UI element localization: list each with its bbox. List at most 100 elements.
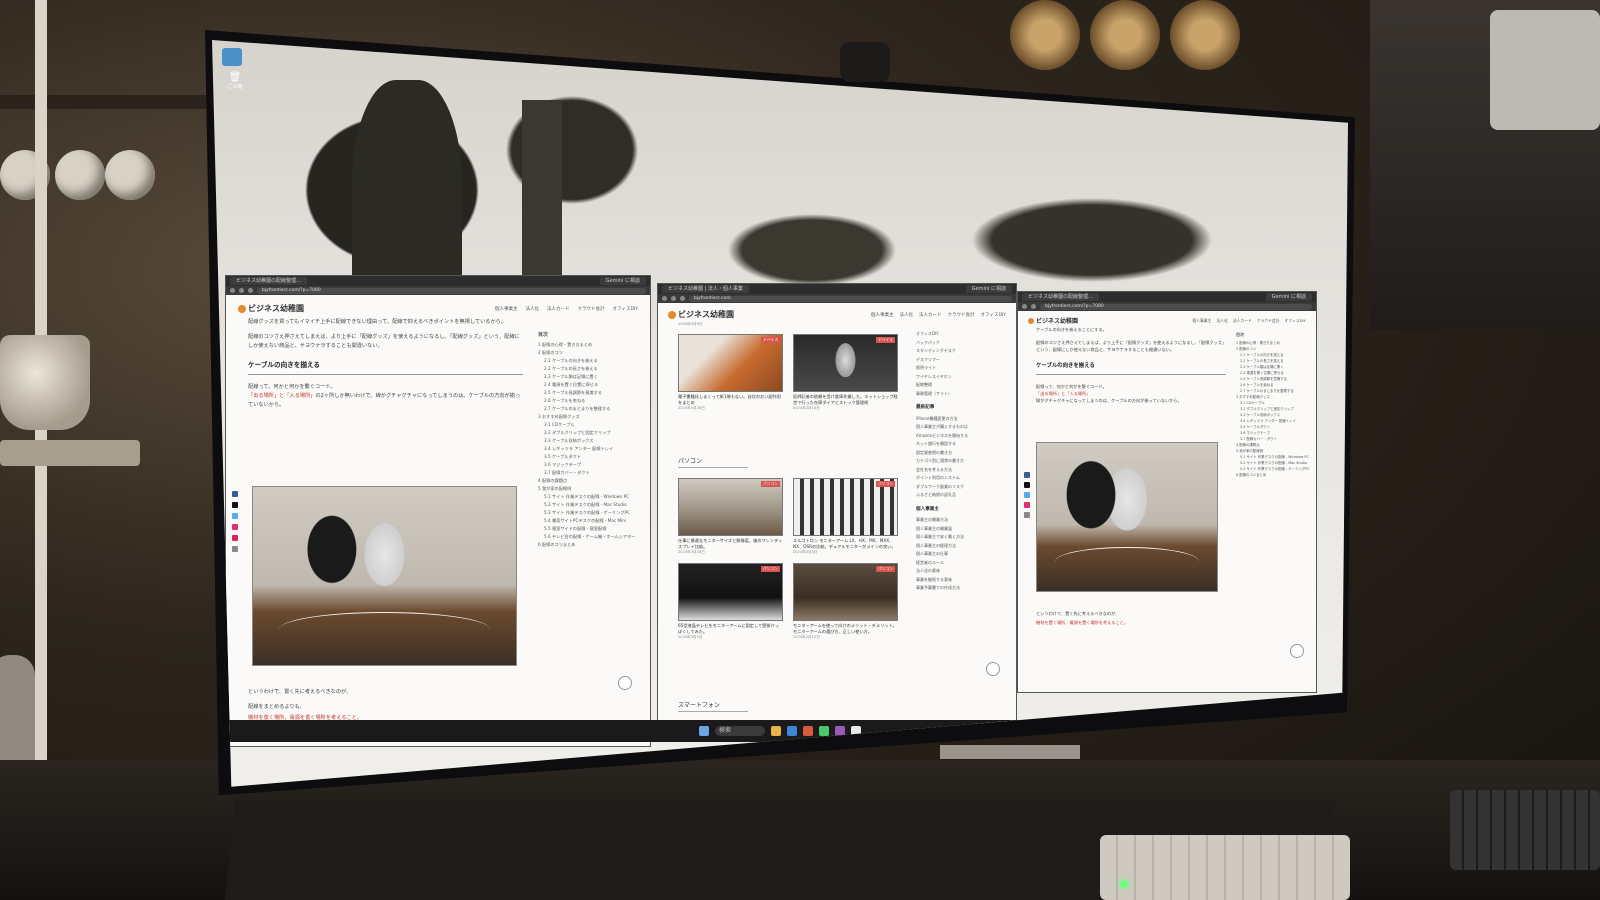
post-card[interactable]: パソコン 65型液晶テレビをモニターアームに固定して壁掛けっぽくしてみた。 20… [678,563,783,640]
site-logo[interactable]: ビジネス幼稚園 [668,309,734,320]
toc-item[interactable]: 2.6 ケーブルを束ねる [538,397,643,405]
facebook-share-icon[interactable] [232,491,238,497]
url-field[interactable]: bjyfrontiers.com/?p=7080 [257,287,646,294]
sidebar-link[interactable]: ポイント利用のシステム [916,474,1008,483]
toc-item[interactable]: 3 おすすめ配線グッズ [538,413,643,421]
toc-item[interactable]: 2.4 電源を置く位置に寄せる [538,381,643,389]
toc-item[interactable]: 5 我が家の配線例 [538,485,643,493]
toc-item[interactable]: 5.3 サイト 作業デスクの配線 - ゲーミングPC [538,509,643,517]
app-icon[interactable] [835,726,845,736]
nav-item[interactable]: クラウド会計 [578,306,605,312]
toc-item[interactable]: 5.5 寝室サイドの配線 - 寝室配線 [538,525,643,533]
toc-item[interactable]: 3.7 配線カバー・ダクト [538,469,643,477]
sidebar-link[interactable]: 個人事業主で安く働く方法 [916,533,1008,542]
nav-item[interactable]: 法人カード [919,312,942,318]
edge-icon[interactable] [787,726,797,736]
reload-icon[interactable] [680,296,685,301]
toc-item[interactable]: 4 配線の課題点 [538,477,643,485]
nav-item[interactable]: 個人事業主 [1192,318,1211,324]
sidebar-link[interactable]: オフィスDIY [916,330,1008,339]
nav-item[interactable]: オフィスDIY [981,312,1006,318]
scroll-top-button[interactable] [618,676,632,690]
toc-item[interactable]: 6 配線のコツまとめ [538,541,643,549]
tab-gemini[interactable]: Gemini に相談 [599,277,646,285]
url-field[interactable]: bjyfrontiers.com/?p=7080 [1040,303,1312,310]
back-icon[interactable] [662,296,667,301]
recycle-bin-icon[interactable]: 🗑 ごみ箱 [224,72,246,96]
sidebar-link[interactable]: ふるさと納税の返礼品 [916,491,1008,500]
sidebar-link[interactable]: ワイヤレスイヤホン [916,373,1008,382]
tab-article[interactable]: ビジネス幼稚園の配線整理... [230,277,307,285]
toc-item[interactable]: 2.1 ケーブルの向きを揃える [538,357,643,365]
reload-icon[interactable] [248,288,253,293]
tab-gemini[interactable]: Gemini に相談 [1265,293,1312,301]
office-icon[interactable] [803,726,813,736]
taskbar-search[interactable]: 検索 [715,726,765,736]
nav-item[interactable]: クラウド会計 [948,312,975,318]
back-icon[interactable] [230,288,235,293]
sidebar-link[interactable]: 事務管理（サイト） [916,390,1008,399]
site-logo[interactable]: ビジネス幼稚園 [1028,316,1078,325]
sidebar-link[interactable]: 個人事業主の開業届 [916,525,1008,534]
toc-item[interactable]: 3.3 ケーブル収納ボックス [538,437,643,445]
chat-icon[interactable] [819,726,829,736]
toc-item[interactable]: 5.4 書斎サイトPCデスクの配線 - Mac Mini [538,517,643,525]
x-share-icon[interactable] [232,502,238,508]
post-card[interactable]: パソコン モニターアームを使って向けのメリット・デメリット。モニターアームの選び… [793,563,898,640]
toc-item[interactable]: 3.1 CDケーブル [538,421,643,429]
toc-item[interactable]: 2.7 ケーブルのまとまりを整理する [538,405,643,413]
desktop-app-icon[interactable] [222,48,242,66]
pocket-share-icon[interactable] [232,524,238,530]
browser-window-middle[interactable]: ビジネス幼稚園 | 法人・個人事業 Gemini に相談 bjyfrontier… [658,284,1016,724]
nav-item[interactable]: クラウド会計 [1257,318,1280,324]
post-card[interactable]: デバイス 電子書籍化しまくって紙1冊もない。自炊のおい副作用をまとめ 2024年… [678,334,783,411]
sidebar-link[interactable]: 配線整理 [916,381,1008,390]
nav-item[interactable]: 法人化 [900,312,914,318]
toc-item[interactable]: 3.5 ケーブルダクト [538,453,643,461]
sidebar-link[interactable]: 個人事業主が購入するものは [916,423,1008,432]
nav-item[interactable]: オフィスDIY [613,306,638,312]
scroll-top-button[interactable] [1290,644,1304,658]
nav-item[interactable]: 個人事業主 [495,306,518,312]
nav-item[interactable]: 法人カード [1233,318,1252,324]
toc-item[interactable]: 2.5 ケーブル長調節を意識する [538,389,643,397]
sidebar-link[interactable]: 経営者のルール [916,559,1008,568]
tab-gemini[interactable]: Gemini に相談 [965,285,1012,293]
nav-item[interactable]: オフィスDIY [1285,318,1306,324]
toc-item[interactable]: 5.1 サイト 作業デスクの配線 - Windows PC [538,493,643,501]
copy-link-icon[interactable] [232,546,238,552]
toc-item[interactable]: 5.2 サイト 作業デスクの配線 - Mac Studio [538,501,643,509]
nav-item[interactable]: 法人化 [526,306,540,312]
scroll-top-button[interactable] [986,662,1000,676]
toc-item[interactable]: 3.4 レギッツラ アンダー 配線トレイ [538,445,643,453]
sidebar-link[interactable]: 事業を継続する意味 [916,576,1008,585]
toc-item[interactable]: 3.6 マジックテープ [538,461,643,469]
browser-window-left[interactable]: ビジネス幼稚園の配線整理... Gemini に相談 bjyfrontiers.… [226,276,650,746]
pinterest-share-icon[interactable] [232,535,238,541]
toc-item[interactable]: 2 配線のコツ [538,349,643,357]
sidebar-link[interactable]: カテゴリ別に通常の書き方 [916,457,1008,466]
nav-item[interactable]: 法人化 [1216,318,1227,324]
sidebar-link[interactable]: 固定資産税の書き方 [916,449,1008,458]
toc-item[interactable]: 1 配線の心得・置き方まとめ [538,341,643,349]
sidebar-link[interactable]: 事業主の開業方法 [916,516,1008,525]
x-share-icon[interactable] [1024,482,1030,488]
sidebar-link[interactable]: 照明ライト [916,364,1008,373]
start-icon[interactable] [699,726,709,736]
sidebar-link[interactable]: 個人事業主の経理方法 [916,542,1008,551]
sidebar-link[interactable]: デスクツアー [916,356,1008,365]
browser-window-right[interactable]: ビジネス幼稚園の配線整理... Gemini に相談 bjyfrontiers.… [1018,292,1316,692]
forward-icon[interactable] [671,296,676,301]
toc-item[interactable]: 2.2 ケーブルの長さを揃える [538,365,643,373]
tab-article[interactable]: ビジネス幼稚園の配線整理... [1022,293,1099,301]
sidebar-link[interactable]: バックパック [916,339,1008,348]
sidebar-link[interactable]: iPhone機種変更の方法 [916,415,1008,424]
toc-item[interactable]: 6 配線のコツまとめ [1236,472,1310,478]
site-logo[interactable]: ビジネス幼稚園 [238,303,304,314]
nav-item[interactable]: 法人カード [547,306,570,312]
sidebar-link[interactable]: スタンディングデスク [916,347,1008,356]
sidebar-link[interactable]: ダブルワーク副業のリスク [916,483,1008,492]
sidebar-link[interactable]: 事業予算書での作成方法 [916,584,1008,593]
hatena-share-icon[interactable] [1024,492,1030,498]
sidebar-link[interactable]: 個人事業主の仕事 [916,550,1008,559]
